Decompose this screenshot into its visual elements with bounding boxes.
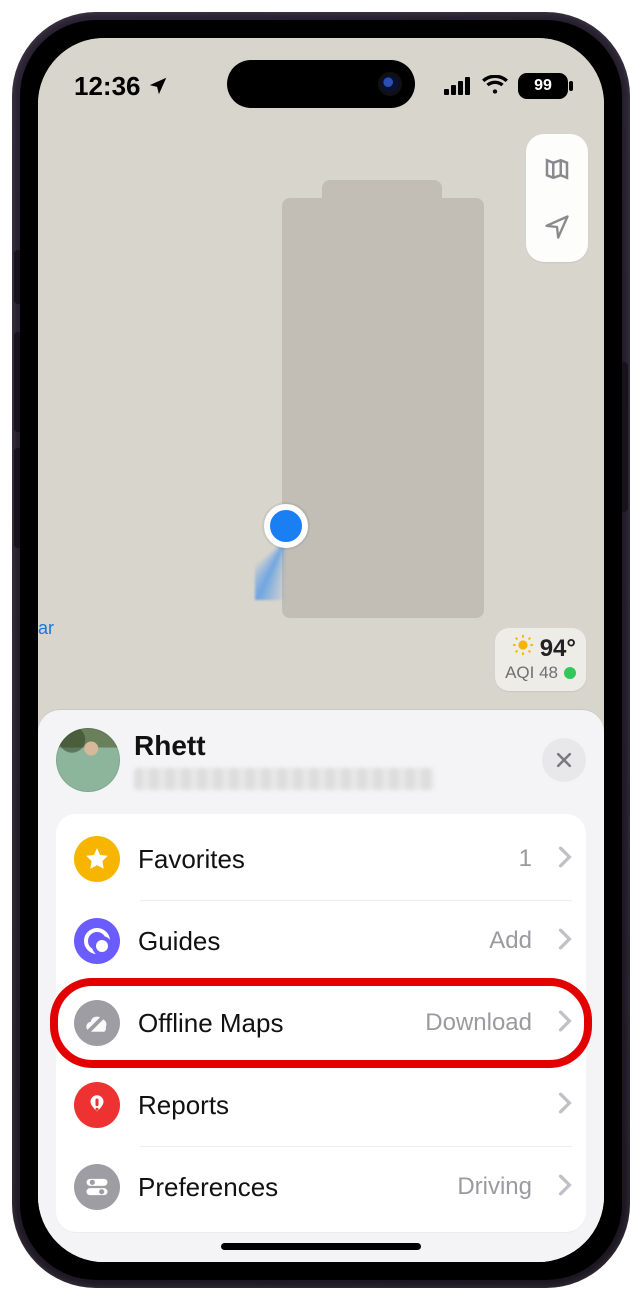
phone-bezel: ar 12:36 (20, 20, 622, 1280)
user-location-dot[interactable] (264, 504, 308, 548)
location-services-icon (147, 75, 169, 97)
guides-icon (74, 918, 120, 964)
stage: ar 12:36 (0, 0, 642, 1301)
chevron-right-icon (558, 846, 572, 873)
favorites-label: Favorites (138, 844, 501, 875)
screen: ar 12:36 (38, 38, 604, 1262)
map-controls (526, 134, 588, 262)
profile-name: Rhett (134, 730, 528, 762)
guides-label: Guides (138, 926, 471, 957)
preferences-value: Driving (457, 1173, 532, 1201)
offline-maps-row[interactable]: Offline Maps Download (56, 982, 586, 1064)
chevron-right-icon (558, 1092, 572, 1119)
profile-header: Rhett (56, 728, 586, 792)
aqi-status-dot (564, 667, 576, 679)
reports-row[interactable]: Reports (56, 1064, 586, 1146)
toggles-icon (74, 1164, 120, 1210)
preferences-label: Preferences (138, 1172, 439, 1203)
locate-me-button[interactable] (526, 198, 588, 256)
settings-list: Favorites 1 Guides Add (56, 814, 586, 1232)
dynamic-island (227, 60, 415, 108)
front-camera-icon (381, 75, 399, 93)
wifi-icon (482, 71, 508, 102)
chevron-right-icon (558, 1174, 572, 1201)
guides-row[interactable]: Guides Add (56, 900, 586, 982)
guides-value: Add (489, 927, 532, 955)
temperature-value: 94° (540, 635, 576, 663)
profile-sheet: Rhett Favorites 1 (38, 710, 604, 1262)
aqi-value: AQI 48 (505, 663, 558, 683)
favorites-count: 1 (519, 845, 532, 873)
cloud-off-icon (74, 1000, 120, 1046)
profile-email-redacted (134, 768, 434, 790)
status-time: 12:36 (74, 71, 141, 102)
report-icon (74, 1082, 120, 1128)
offline-maps-label: Offline Maps (138, 1008, 407, 1039)
chevron-right-icon (558, 1010, 572, 1037)
avatar[interactable] (56, 728, 120, 792)
favorites-row[interactable]: Favorites 1 (56, 818, 586, 900)
weather-badge[interactable]: 94° AQI 48 (495, 628, 586, 691)
phone-frame: ar 12:36 (12, 12, 630, 1288)
sun-icon (512, 634, 534, 663)
map-mode-button[interactable] (526, 140, 588, 198)
reports-label: Reports (138, 1090, 532, 1121)
chevron-right-icon (558, 928, 572, 955)
preferences-row[interactable]: Preferences Driving (56, 1146, 586, 1228)
star-icon (74, 836, 120, 882)
map-poi-label[interactable]: ar (38, 618, 54, 639)
close-button[interactable] (542, 738, 586, 782)
offline-maps-value: Download (425, 1009, 532, 1037)
cellular-signal-icon (444, 71, 472, 102)
battery-indicator: 99 (518, 73, 568, 99)
home-indicator[interactable] (221, 1243, 421, 1250)
